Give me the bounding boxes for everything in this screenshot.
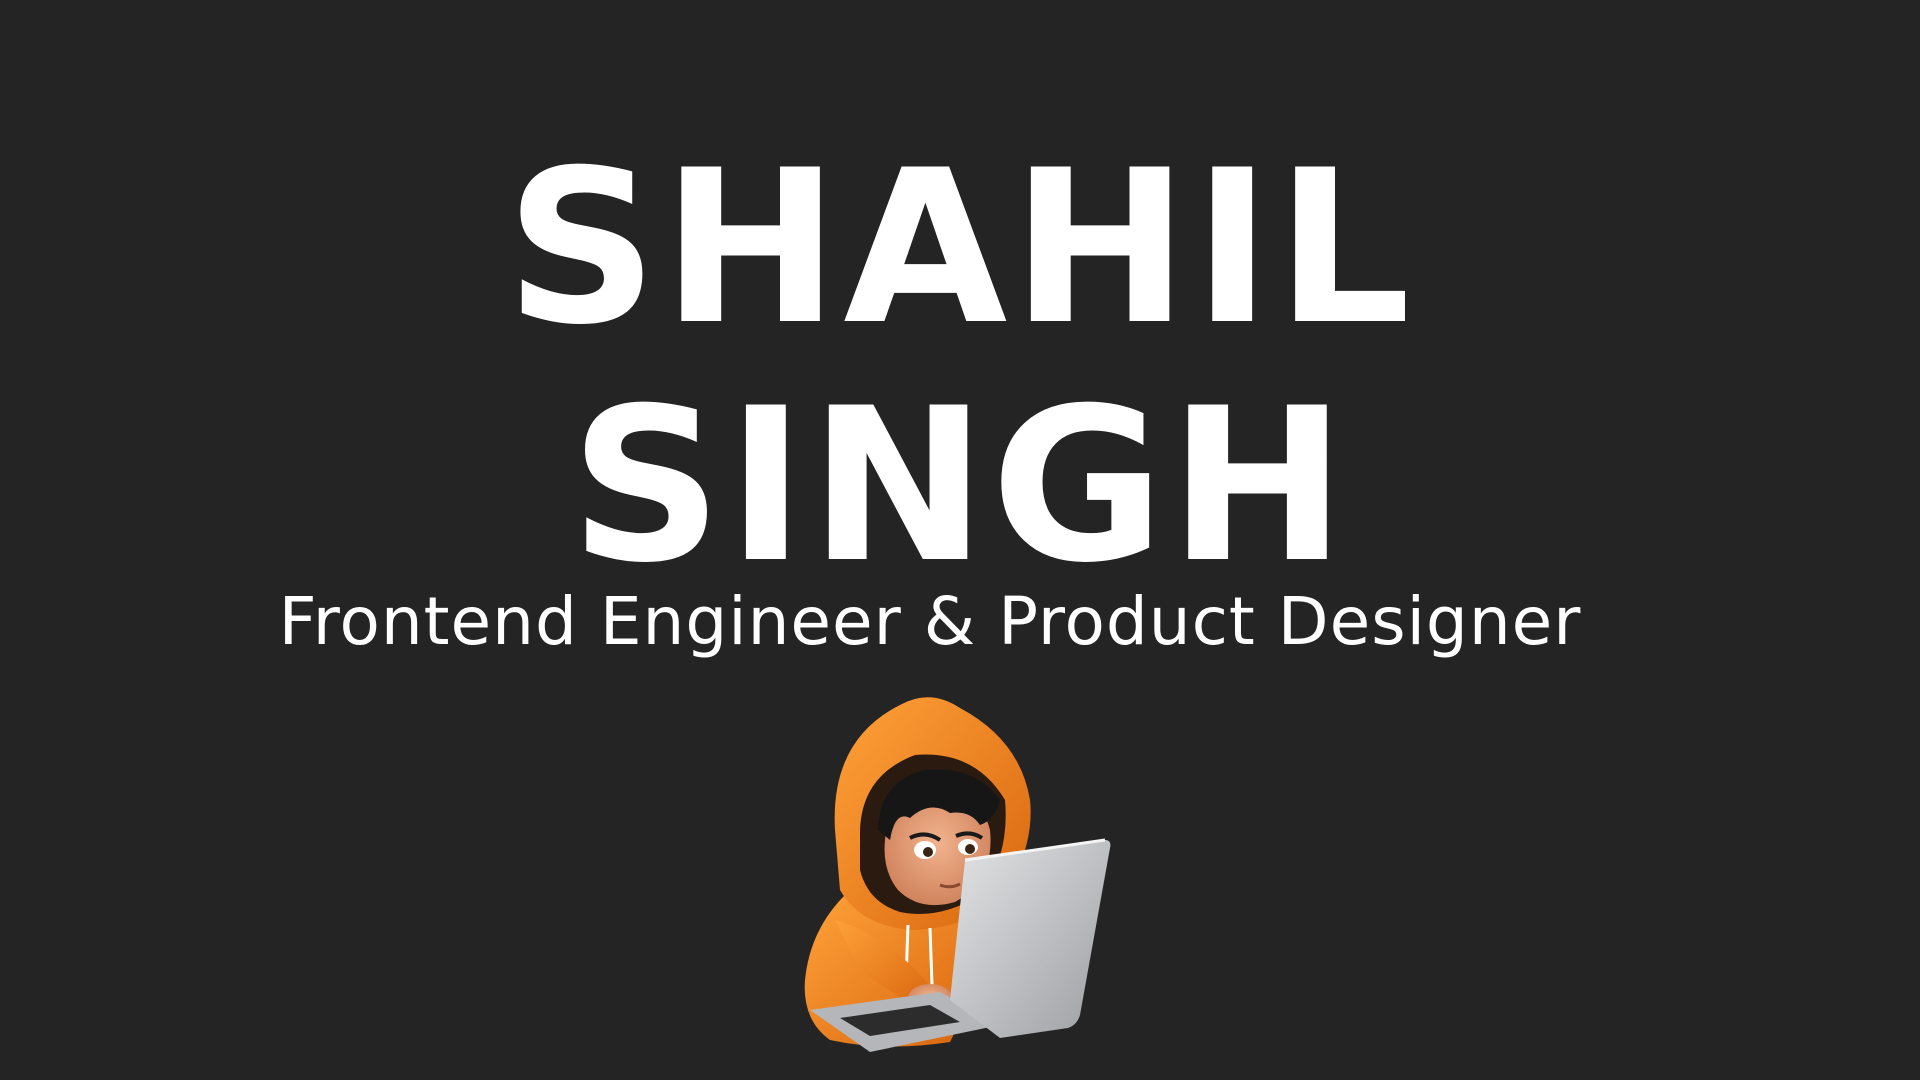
developer-avatar-icon (804, 697, 1111, 1052)
hero-last-name: SINGH (569, 362, 1351, 609)
hero-section: SHAHIL SINGH Frontend Engineer & Product… (0, 0, 1920, 1080)
hero-subtitle: Frontend Engineer & Product Designer (278, 583, 1582, 660)
hero-first-name: SHAHIL (505, 124, 1415, 371)
